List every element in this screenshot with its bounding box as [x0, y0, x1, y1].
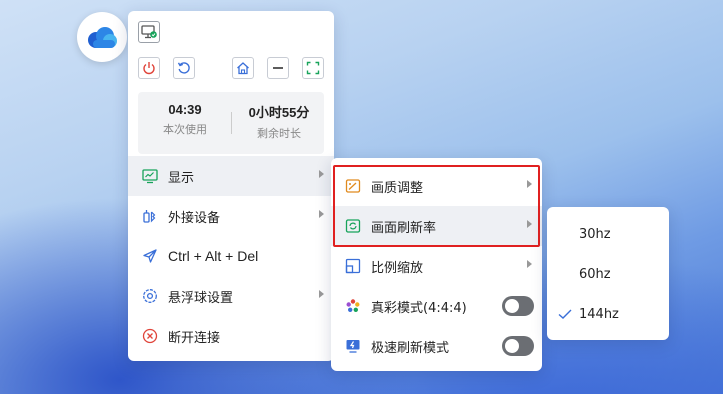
toggle-knob — [505, 339, 519, 353]
monitor-check-icon — [141, 25, 157, 39]
session-used-label: 本次使用 — [163, 123, 207, 136]
settings-gear-icon — [142, 288, 158, 304]
refresh-rate-option-144hz-label: 144hz — [579, 306, 619, 322]
submenu-item-scale-label: 比例缩放 — [371, 260, 424, 276]
power-icon — [143, 62, 155, 75]
menu-item-float-ball-settings-label: 悬浮球设置 — [168, 290, 234, 306]
menu-item-float-ball-settings[interactable]: 悬浮球设置 — [128, 276, 334, 316]
session-remaining-label: 剩余时长 — [257, 127, 301, 140]
fullscreen-button[interactable] — [302, 57, 324, 79]
menu-item-ctrl-alt-del-label: Ctrl + Alt + Del — [168, 248, 259, 264]
refresh-rate-icon — [345, 218, 361, 234]
main-menu-panel: 04:39 本次使用 0小时55分 剩余时长 显示 外接设备 Ctrl + Al… — [128, 11, 334, 361]
minimize-icon — [273, 67, 283, 69]
refresh-rate-option-60hz-label: 60hz — [579, 266, 611, 282]
minimize-button[interactable] — [267, 57, 289, 79]
session-remaining-value: 0小时55分 — [248, 105, 310, 120]
refresh-rate-option-60hz[interactable]: 60hz — [547, 254, 669, 294]
checkmark-icon — [558, 309, 572, 319]
session-used: 04:39 本次使用 — [140, 102, 230, 137]
home-icon — [237, 62, 249, 75]
floating-ball[interactable] — [77, 12, 127, 62]
submenu-item-refresh-rate-label: 画面刷新率 — [371, 220, 437, 236]
refresh-rate-option-30hz-label: 30hz — [579, 226, 611, 242]
menu-item-display-label: 显示 — [168, 170, 195, 186]
menu-item-external-device[interactable]: 外接设备 — [128, 196, 334, 236]
menu-item-ctrl-alt-del[interactable]: Ctrl + Alt + Del — [128, 236, 334, 276]
submenu-item-true-color-label: 真彩模式(4:4:4) — [371, 300, 467, 316]
menu-item-external-device-label: 外接设备 — [168, 210, 221, 226]
menu-item-disconnect-label: 断开连接 — [168, 330, 221, 346]
monitor-status-button[interactable] — [138, 21, 160, 43]
session-remaining: 0小时55分 剩余时长 — [234, 102, 324, 141]
refresh-rate-submenu-panel: 30hz 60hz 144hz — [547, 207, 669, 340]
display-icon — [142, 168, 158, 184]
fast-refresh-icon — [345, 338, 361, 354]
chevron-right-icon — [527, 260, 532, 268]
submenu-item-image-quality[interactable]: 画质调整 — [331, 166, 542, 206]
chevron-right-icon — [319, 210, 324, 218]
submenu-item-fast-refresh-label: 极速刷新模式 — [371, 340, 450, 356]
session-time-box: 04:39 本次使用 0小时55分 剩余时长 — [138, 92, 324, 154]
refresh-rate-option-30hz[interactable]: 30hz — [547, 214, 669, 254]
scale-icon — [345, 258, 361, 274]
menu-item-disconnect[interactable]: 断开连接 — [128, 316, 334, 356]
session-divider — [231, 112, 232, 134]
disconnect-icon — [142, 328, 158, 344]
chevron-right-icon — [319, 290, 324, 298]
refresh-rate-option-144hz[interactable]: 144hz — [547, 294, 669, 334]
send-icon — [142, 248, 158, 264]
submenu-item-scale[interactable]: 比例缩放 — [331, 246, 542, 286]
power-button[interactable] — [138, 57, 160, 79]
menu-item-display[interactable]: 显示 — [128, 156, 334, 196]
refresh-icon — [177, 62, 190, 74]
submenu-item-fast-refresh: 极速刷新模式 — [331, 326, 542, 366]
submenu-item-refresh-rate[interactable]: 画面刷新率 — [331, 206, 542, 246]
home-button[interactable] — [232, 57, 254, 79]
cloud-logo-icon — [88, 27, 117, 48]
refresh-button[interactable] — [173, 57, 195, 79]
submenu-item-true-color: 真彩模式(4:4:4) — [331, 286, 542, 326]
true-color-icon — [345, 298, 361, 314]
image-quality-icon — [345, 178, 361, 194]
toggle-knob — [505, 299, 519, 313]
external-device-icon — [142, 208, 158, 224]
fast-refresh-toggle[interactable] — [502, 336, 534, 356]
chevron-right-icon — [527, 220, 532, 228]
display-submenu-panel: 画质调整 画面刷新率 比例缩放 真彩模式(4:4:4) 极速刷新模式 — [331, 158, 542, 371]
fullscreen-icon — [306, 61, 320, 75]
chevron-right-icon — [319, 170, 324, 178]
session-used-value: 04:39 — [168, 102, 202, 117]
true-color-toggle[interactable] — [502, 296, 534, 316]
chevron-right-icon — [527, 180, 532, 188]
submenu-item-image-quality-label: 画质调整 — [371, 180, 424, 196]
